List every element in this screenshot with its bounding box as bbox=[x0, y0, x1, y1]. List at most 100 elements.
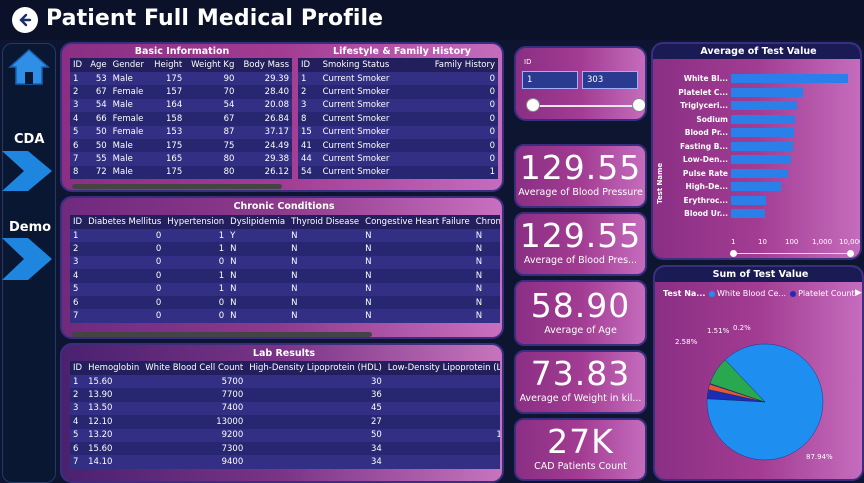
bar-row[interactable]: Erythroc... bbox=[659, 194, 859, 206]
table-row[interactable]: 401NNNN bbox=[70, 269, 500, 283]
column-header[interactable]: ID bbox=[70, 215, 85, 229]
bar[interactable] bbox=[731, 101, 798, 110]
table-cell: N bbox=[291, 270, 298, 281]
table-row[interactable]: 5 50 Female 153 87 37.17 bbox=[70, 125, 292, 139]
bar-row[interactable]: Low-Den... bbox=[659, 154, 859, 166]
table-row[interactable]: 2 Current Smoker 0 bbox=[298, 85, 498, 99]
table-row[interactable]: 700NNNN bbox=[70, 309, 500, 323]
table-row[interactable]: 3 54 Male 164 54 20.08 bbox=[70, 98, 292, 113]
pie-data-label: 1.51% bbox=[707, 327, 730, 335]
table-row[interactable]: 1 53 Male 175 90 29.39 bbox=[70, 72, 292, 86]
column-header[interactable]: Smoking Status bbox=[320, 58, 413, 72]
column-header[interactable]: Dyslipidemia bbox=[227, 215, 288, 229]
column-header[interactable]: Low-Density Lipoprotein (LDL bbox=[385, 361, 500, 375]
table-row[interactable]: 101YNNN bbox=[70, 229, 500, 243]
table-row[interactable]: 2 67 Female 157 70 28.40 bbox=[70, 85, 292, 99]
bar-row[interactable]: Pulse Rate bbox=[659, 167, 859, 179]
bar[interactable] bbox=[731, 141, 794, 151]
table-row[interactable]: 8 72 Male 175 80 26.12 bbox=[70, 165, 292, 180]
bar-row[interactable]: Fasting B... bbox=[659, 140, 859, 152]
table-row[interactable]: 8 Current Smoker 0 bbox=[298, 112, 498, 126]
bar-scroll-handle-right[interactable] bbox=[847, 250, 854, 257]
lifestyle-table[interactable]: ID Smoking Status Family History 1 Current S… bbox=[298, 58, 498, 190]
table-cell: Current Smoker bbox=[322, 73, 390, 84]
column-header[interactable]: Congestive Heart Failure bbox=[362, 215, 473, 229]
slicer-track[interactable] bbox=[532, 105, 640, 107]
table-row[interactable]: 4 12.10 13000 2755 bbox=[70, 415, 500, 429]
table-row[interactable]: 3 13.50 7400 4570 bbox=[70, 401, 500, 416]
table-row[interactable]: 600NNNN bbox=[70, 295, 500, 310]
column-header[interactable]: Body Mass bbox=[237, 58, 292, 72]
bar[interactable] bbox=[731, 195, 767, 205]
column-header[interactable]: Gender bbox=[110, 58, 149, 72]
slicer-min-input[interactable]: 1 bbox=[522, 71, 578, 89]
column-header[interactable]: Age bbox=[86, 58, 110, 72]
table-row[interactable]: 7 14.10 9400 3489 bbox=[70, 455, 500, 469]
nav-cda-arrow-icon[interactable] bbox=[2, 151, 52, 195]
bar-scroll-track[interactable] bbox=[733, 253, 849, 254]
bar-row[interactable]: Sodium bbox=[659, 113, 859, 125]
table-cell: 34 bbox=[370, 457, 382, 468]
table-row[interactable]: 2 13.90 7700 3612 bbox=[70, 388, 500, 402]
column-header[interactable]: Hemoglobin bbox=[85, 361, 142, 375]
slicer-max-input[interactable]: 303 bbox=[582, 71, 638, 89]
table-row[interactable]: 15 Current Smoker 0 bbox=[298, 125, 498, 139]
bar-scroll-handle-left[interactable] bbox=[730, 250, 737, 257]
column-header[interactable]: White Blood Cell Count bbox=[142, 361, 246, 375]
table-row[interactable]: 4 66 Female 158 67 26.84 bbox=[70, 112, 292, 126]
table-cell: N bbox=[475, 270, 483, 281]
column-header[interactable]: Weight Kg bbox=[185, 58, 237, 72]
slicer-min-handle[interactable] bbox=[526, 98, 540, 112]
bar[interactable] bbox=[731, 155, 791, 164]
bar-row[interactable]: High-De... bbox=[659, 181, 859, 193]
column-header[interactable]: Thyroid Disease bbox=[288, 215, 362, 229]
chronic-table[interactable]: ID Diabetes Mellitus Hypertension Dyslipide… bbox=[70, 215, 500, 331]
bar-row[interactable]: Blood Ur... bbox=[659, 208, 859, 220]
home-icon[interactable] bbox=[8, 48, 50, 90]
table-cell: 80 bbox=[223, 154, 235, 165]
bar-row[interactable]: Triglyceri... bbox=[659, 100, 859, 112]
table-row[interactable]: 41 Current Smoker 0 bbox=[298, 138, 498, 153]
column-header[interactable]: High-Density Lipoprotein (HDL) bbox=[246, 361, 385, 375]
bar[interactable] bbox=[731, 128, 795, 137]
bar[interactable] bbox=[731, 87, 803, 97]
chronic-scrollbar[interactable] bbox=[72, 332, 372, 337]
basic-info-table[interactable]: ID Age Gender Height Weight Kg Body Mass 1 53 Ma… bbox=[70, 58, 292, 182]
bar[interactable] bbox=[731, 74, 849, 83]
column-header[interactable]: ID bbox=[70, 58, 86, 72]
table-row[interactable]: 44 Current Smoker 0 bbox=[298, 152, 498, 166]
table-row[interactable]: 201NNNN bbox=[70, 242, 500, 256]
lab-table[interactable]: ID Hemoglobin White Blood Cell Count High-D… bbox=[70, 361, 500, 481]
column-header[interactable]: Diabetes Mellitus bbox=[85, 215, 164, 229]
bar[interactable] bbox=[731, 182, 781, 191]
table-row[interactable]: 54 Current Smoker 1 bbox=[298, 165, 498, 180]
back-button[interactable] bbox=[12, 7, 38, 33]
table-row[interactable]: 3 Current Smoker 0 bbox=[298, 98, 498, 113]
column-header[interactable]: Height bbox=[149, 58, 185, 72]
table-row[interactable]: 300NNNN bbox=[70, 255, 500, 270]
table-cell: 54 bbox=[301, 167, 312, 178]
bar[interactable] bbox=[731, 114, 796, 124]
table-row[interactable]: 7 55 Male 165 80 29.38 bbox=[70, 152, 292, 166]
bar[interactable] bbox=[731, 209, 766, 218]
slicer-max-handle[interactable] bbox=[632, 98, 645, 112]
bar-row[interactable]: Blood Pr... bbox=[659, 127, 859, 139]
pie-legend[interactable]: White Blood Ce... Platelet Count bbox=[709, 289, 855, 298]
column-header[interactable]: Family History bbox=[413, 58, 498, 72]
basic-scrollbar[interactable] bbox=[72, 184, 282, 189]
table-row[interactable]: 6 50 Male 175 75 24.49 bbox=[70, 138, 292, 153]
table-row[interactable]: 1 Current Smoker 0 bbox=[298, 72, 498, 86]
bar[interactable] bbox=[731, 168, 789, 178]
table-row[interactable]: 1 15.60 5700 3015 bbox=[70, 375, 500, 389]
column-header[interactable]: Chronic R bbox=[473, 215, 500, 229]
legend-next-icon[interactable]: ▶ bbox=[855, 288, 862, 298]
column-header[interactable]: ID bbox=[70, 361, 85, 375]
nav-demo-arrow-icon[interactable] bbox=[2, 238, 52, 284]
bar-row[interactable]: White Bl... bbox=[659, 73, 859, 85]
bar-row[interactable]: Platelet C... bbox=[659, 86, 859, 98]
table-row[interactable]: 501NNNN bbox=[70, 282, 500, 296]
table-row[interactable]: 6 15.60 7300 3411 bbox=[70, 441, 500, 456]
column-header[interactable]: Hypertension bbox=[164, 215, 227, 229]
column-header[interactable]: ID bbox=[298, 58, 320, 72]
table-row[interactable]: 5 13.20 9200 50110 bbox=[70, 428, 500, 442]
